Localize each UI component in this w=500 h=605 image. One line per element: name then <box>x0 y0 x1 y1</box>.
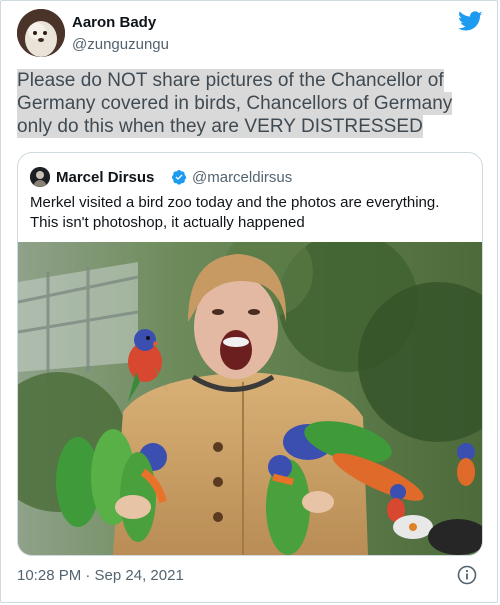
quoted-tweet[interactable]: Marcel Dirsus @marceldirsus Merkel visit… <box>17 152 483 556</box>
info-icon[interactable] <box>457 565 477 585</box>
tweet-text: Please do NOT share pictures of the Chan… <box>17 69 482 138</box>
tweet-text-content: Please do NOT share pictures of the Chan… <box>17 69 453 138</box>
twitter-bird-icon[interactable] <box>458 11 483 32</box>
author-handle[interactable]: @zunguzungu <box>72 36 169 53</box>
quoted-author-avatar[interactable] <box>30 167 50 187</box>
photo-merkel-with-lorikeets <box>18 242 482 555</box>
tweet-card: Aaron Bady @zunguzungu Please do NOT sha… <box>0 0 498 603</box>
quoted-photo[interactable] <box>18 242 482 555</box>
quoted-tweet-text: Merkel visited a bird zoo today and the … <box>30 193 470 233</box>
author-name[interactable]: Aaron Bady <box>72 14 156 31</box>
quoted-text-line-1: Merkel visited a bird zoo today and the … <box>30 194 440 211</box>
author-avatar[interactable] <box>17 9 65 57</box>
quoted-text-line-2: This isn't photoshop, it actually happen… <box>30 214 305 231</box>
tweet-timestamp[interactable]: 10:28 PM · Sep 24, 2021 <box>17 567 184 584</box>
quoted-author-handle[interactable]: @marceldirsus <box>192 169 292 186</box>
verified-badge-icon <box>172 170 187 185</box>
quoted-author-name[interactable]: Marcel Dirsus <box>56 169 154 186</box>
